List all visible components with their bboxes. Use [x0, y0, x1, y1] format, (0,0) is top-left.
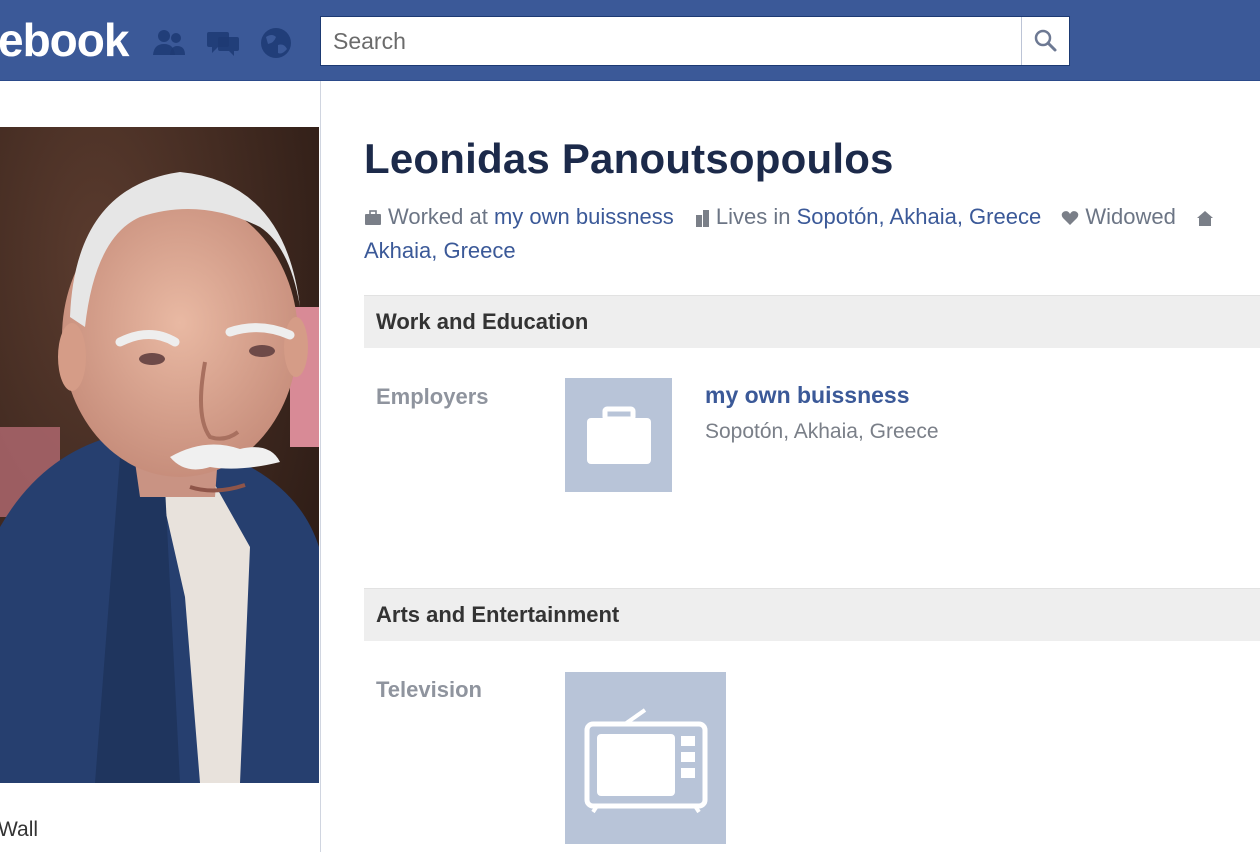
employer-thumbnail[interactable] — [565, 378, 672, 492]
lives-link[interactable]: Sopotón, Akhaia, Greece — [797, 204, 1042, 229]
profile-summary: Worked at my own buissness Lives in Sopo… — [364, 200, 1260, 268]
search-input[interactable] — [321, 17, 1021, 65]
profile-name: Leonidas Panoutsopoulos — [364, 135, 894, 182]
briefcase-icon — [586, 406, 651, 464]
wall-link[interactable]: Wall — [0, 818, 38, 842]
arts-entertainment-header: Arts and Entertainment — [364, 588, 1260, 641]
search-icon — [1034, 29, 1056, 52]
television-icon — [584, 708, 707, 814]
work-summary: Worked at my own buissness — [364, 204, 680, 229]
building-icon — [695, 210, 709, 228]
employer-name-link[interactable]: my own buissness — [705, 382, 910, 409]
relationship-summary: Widowed — [1061, 204, 1182, 229]
notifications-globe-icon[interactable] — [258, 25, 296, 61]
work-prefix: Worked at — [388, 204, 488, 229]
arts-entertainment-title: Arts and Entertainment — [376, 602, 620, 627]
search-box — [320, 16, 1070, 66]
friend-requests-icon[interactable] — [150, 25, 188, 61]
relationship-status: Widowed — [1085, 204, 1176, 229]
search-button[interactable] — [1021, 17, 1069, 65]
heart-icon — [1062, 211, 1079, 226]
left-column: Wall — [0, 81, 321, 852]
employers-label: Employers — [376, 384, 489, 409]
lives-prefix: Lives in — [715, 204, 791, 229]
home-icon — [1196, 211, 1213, 227]
employer-location: Sopotón, Akhaia, Greece — [705, 420, 939, 443]
top-bar: ebook — [0, 0, 1260, 81]
television-thumbnail[interactable] — [565, 672, 726, 844]
work-education-title: Work and Education — [376, 309, 589, 334]
lives-summary: Lives in Sopotón, Akhaia, Greece — [694, 204, 1047, 229]
briefcase-icon — [365, 210, 381, 226]
hometown-link[interactable]: Akhaia, Greece — [364, 238, 516, 263]
work-link[interactable]: my own buissness — [494, 204, 674, 229]
work-education-header: Work and Education — [364, 295, 1260, 348]
messages-icon[interactable] — [204, 25, 242, 61]
television-label: Television — [376, 677, 482, 702]
profile-photo[interactable] — [0, 127, 319, 783]
facebook-logo[interactable]: ebook — [0, 10, 129, 70]
